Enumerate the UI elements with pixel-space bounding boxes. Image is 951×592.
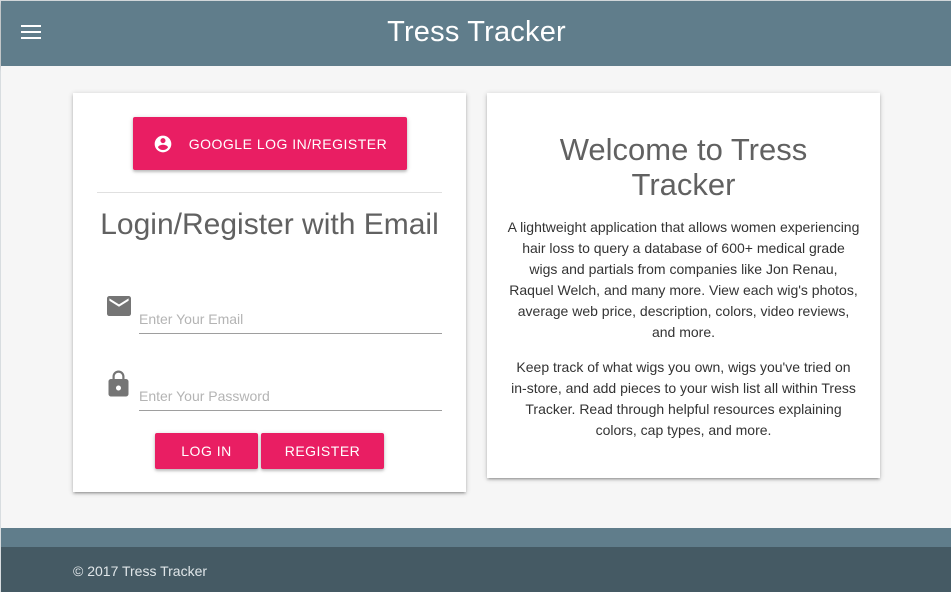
divider: [97, 192, 442, 193]
app-title: Tress Tracker: [387, 16, 566, 48]
login-heading: Login/Register with Email: [100, 208, 439, 241]
google-login-button[interactable]: GOOGLE LOG IN/REGISTER: [133, 117, 407, 170]
password-field[interactable]: [139, 381, 442, 411]
email-icon: [107, 296, 131, 316]
register-button[interactable]: REGISTER: [261, 433, 384, 469]
copyright-text: © 2017 Tress Tracker: [73, 563, 208, 579]
lock-icon: [108, 370, 129, 397]
main-content: GOOGLE LOG IN/REGISTER Login/Register wi…: [1, 66, 951, 528]
login-button[interactable]: LOG IN: [155, 433, 258, 469]
google-login-label: GOOGLE LOG IN/REGISTER: [188, 135, 388, 152]
account-circle-icon: [154, 135, 172, 152]
email-field[interactable]: [139, 304, 442, 334]
footer: © 2017 Tress Tracker: [1, 547, 951, 592]
welcome-card: Welcome to Tress Tracker A lightweight a…: [487, 93, 880, 478]
login-card: GOOGLE LOG IN/REGISTER Login/Register wi…: [73, 93, 466, 492]
footer-band: [1, 528, 951, 547]
app-header: Tress Tracker: [1, 1, 951, 66]
welcome-paragraph-2: Keep track of what wigs you own, wigs yo…: [511, 359, 856, 438]
welcome-paragraph-1: A lightweight application that allows wo…: [507, 219, 860, 340]
welcome-heading: Welcome to Tress Tracker: [559, 132, 808, 202]
